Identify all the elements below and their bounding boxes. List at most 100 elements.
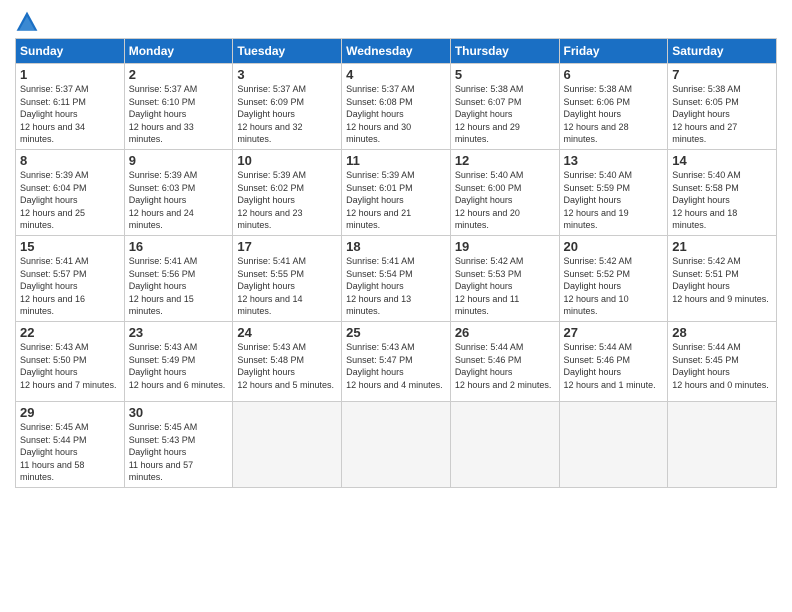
calendar-cell: 20 Sunrise: 5:42 AM Sunset: 5:52 PM Dayl… — [559, 235, 668, 321]
day-info: Sunrise: 5:40 AM Sunset: 5:59 PM Dayligh… — [564, 169, 664, 232]
day-info: Sunrise: 5:45 AM Sunset: 5:44 PM Dayligh… — [20, 421, 120, 484]
day-info: Sunrise: 5:40 AM Sunset: 5:58 PM Dayligh… — [672, 169, 772, 232]
logo — [15, 10, 43, 34]
week-row-4: 22 Sunrise: 5:43 AM Sunset: 5:50 PM Dayl… — [16, 321, 777, 401]
day-number: 28 — [672, 325, 772, 340]
day-info: Sunrise: 5:42 AM Sunset: 5:53 PM Dayligh… — [455, 255, 555, 318]
day-number: 17 — [237, 239, 337, 254]
calendar-cell — [233, 401, 342, 487]
calendar-cell: 24 Sunrise: 5:43 AM Sunset: 5:48 PM Dayl… — [233, 321, 342, 401]
day-info: Sunrise: 5:38 AM Sunset: 6:06 PM Dayligh… — [564, 83, 664, 146]
calendar-body: 1 Sunrise: 5:37 AM Sunset: 6:11 PM Dayli… — [16, 64, 777, 488]
day-number: 2 — [129, 67, 229, 82]
calendar-cell: 21 Sunrise: 5:42 AM Sunset: 5:51 PM Dayl… — [668, 235, 777, 321]
day-number: 5 — [455, 67, 555, 82]
day-number: 20 — [564, 239, 664, 254]
day-number: 18 — [346, 239, 446, 254]
calendar-cell: 13 Sunrise: 5:40 AM Sunset: 5:59 PM Dayl… — [559, 149, 668, 235]
calendar-cell: 2 Sunrise: 5:37 AM Sunset: 6:10 PM Dayli… — [124, 64, 233, 150]
day-info: Sunrise: 5:39 AM Sunset: 6:04 PM Dayligh… — [20, 169, 120, 232]
calendar-cell: 8 Sunrise: 5:39 AM Sunset: 6:04 PM Dayli… — [16, 149, 125, 235]
day-number: 23 — [129, 325, 229, 340]
calendar-cell: 5 Sunrise: 5:38 AM Sunset: 6:07 PM Dayli… — [450, 64, 559, 150]
calendar-cell: 7 Sunrise: 5:38 AM Sunset: 6:05 PM Dayli… — [668, 64, 777, 150]
day-number: 1 — [20, 67, 120, 82]
calendar-header-row: SundayMondayTuesdayWednesdayThursdayFrid… — [16, 39, 777, 64]
day-info: Sunrise: 5:43 AM Sunset: 5:50 PM Dayligh… — [20, 341, 120, 391]
week-row-1: 1 Sunrise: 5:37 AM Sunset: 6:11 PM Dayli… — [16, 64, 777, 150]
week-row-2: 8 Sunrise: 5:39 AM Sunset: 6:04 PM Dayli… — [16, 149, 777, 235]
calendar-cell — [559, 401, 668, 487]
day-number: 24 — [237, 325, 337, 340]
calendar-cell — [668, 401, 777, 487]
day-number: 26 — [455, 325, 555, 340]
calendar-table: SundayMondayTuesdayWednesdayThursdayFrid… — [15, 38, 777, 488]
day-number: 10 — [237, 153, 337, 168]
calendar-cell: 26 Sunrise: 5:44 AM Sunset: 5:46 PM Dayl… — [450, 321, 559, 401]
day-info: Sunrise: 5:44 AM Sunset: 5:46 PM Dayligh… — [455, 341, 555, 391]
day-info: Sunrise: 5:41 AM Sunset: 5:54 PM Dayligh… — [346, 255, 446, 318]
day-info: Sunrise: 5:41 AM Sunset: 5:56 PM Dayligh… — [129, 255, 229, 318]
day-number: 15 — [20, 239, 120, 254]
day-info: Sunrise: 5:41 AM Sunset: 5:55 PM Dayligh… — [237, 255, 337, 318]
calendar-cell — [342, 401, 451, 487]
day-number: 4 — [346, 67, 446, 82]
day-number: 7 — [672, 67, 772, 82]
day-info: Sunrise: 5:38 AM Sunset: 6:05 PM Dayligh… — [672, 83, 772, 146]
day-header-sunday: Sunday — [16, 39, 125, 64]
calendar-cell: 3 Sunrise: 5:37 AM Sunset: 6:09 PM Dayli… — [233, 64, 342, 150]
day-number: 27 — [564, 325, 664, 340]
calendar-cell: 12 Sunrise: 5:40 AM Sunset: 6:00 PM Dayl… — [450, 149, 559, 235]
calendar-cell: 25 Sunrise: 5:43 AM Sunset: 5:47 PM Dayl… — [342, 321, 451, 401]
day-header-saturday: Saturday — [668, 39, 777, 64]
calendar-cell: 22 Sunrise: 5:43 AM Sunset: 5:50 PM Dayl… — [16, 321, 125, 401]
day-info: Sunrise: 5:39 AM Sunset: 6:03 PM Dayligh… — [129, 169, 229, 232]
day-info: Sunrise: 5:43 AM Sunset: 5:48 PM Dayligh… — [237, 341, 337, 391]
day-header-thursday: Thursday — [450, 39, 559, 64]
day-number: 3 — [237, 67, 337, 82]
calendar-cell: 9 Sunrise: 5:39 AM Sunset: 6:03 PM Dayli… — [124, 149, 233, 235]
day-number: 8 — [20, 153, 120, 168]
day-number: 22 — [20, 325, 120, 340]
day-number: 14 — [672, 153, 772, 168]
calendar-cell: 29 Sunrise: 5:45 AM Sunset: 5:44 PM Dayl… — [16, 401, 125, 487]
calendar-cell: 16 Sunrise: 5:41 AM Sunset: 5:56 PM Dayl… — [124, 235, 233, 321]
calendar-cell: 27 Sunrise: 5:44 AM Sunset: 5:46 PM Dayl… — [559, 321, 668, 401]
page-header — [15, 10, 777, 34]
day-number: 9 — [129, 153, 229, 168]
day-info: Sunrise: 5:40 AM Sunset: 6:00 PM Dayligh… — [455, 169, 555, 232]
day-number: 21 — [672, 239, 772, 254]
day-number: 12 — [455, 153, 555, 168]
calendar-cell — [450, 401, 559, 487]
day-info: Sunrise: 5:43 AM Sunset: 5:49 PM Dayligh… — [129, 341, 229, 391]
calendar-cell: 18 Sunrise: 5:41 AM Sunset: 5:54 PM Dayl… — [342, 235, 451, 321]
calendar-cell: 14 Sunrise: 5:40 AM Sunset: 5:58 PM Dayl… — [668, 149, 777, 235]
day-number: 6 — [564, 67, 664, 82]
calendar-cell: 4 Sunrise: 5:37 AM Sunset: 6:08 PM Dayli… — [342, 64, 451, 150]
day-info: Sunrise: 5:39 AM Sunset: 6:02 PM Dayligh… — [237, 169, 337, 232]
calendar-cell: 17 Sunrise: 5:41 AM Sunset: 5:55 PM Dayl… — [233, 235, 342, 321]
calendar-cell: 1 Sunrise: 5:37 AM Sunset: 6:11 PM Dayli… — [16, 64, 125, 150]
day-info: Sunrise: 5:42 AM Sunset: 5:51 PM Dayligh… — [672, 255, 772, 305]
week-row-5: 29 Sunrise: 5:45 AM Sunset: 5:44 PM Dayl… — [16, 401, 777, 487]
day-header-tuesday: Tuesday — [233, 39, 342, 64]
day-info: Sunrise: 5:37 AM Sunset: 6:10 PM Dayligh… — [129, 83, 229, 146]
day-header-monday: Monday — [124, 39, 233, 64]
calendar-cell: 28 Sunrise: 5:44 AM Sunset: 5:45 PM Dayl… — [668, 321, 777, 401]
day-info: Sunrise: 5:37 AM Sunset: 6:09 PM Dayligh… — [237, 83, 337, 146]
day-info: Sunrise: 5:37 AM Sunset: 6:11 PM Dayligh… — [20, 83, 120, 146]
calendar-cell: 23 Sunrise: 5:43 AM Sunset: 5:49 PM Dayl… — [124, 321, 233, 401]
calendar-cell: 30 Sunrise: 5:45 AM Sunset: 5:43 PM Dayl… — [124, 401, 233, 487]
day-number: 19 — [455, 239, 555, 254]
day-number: 13 — [564, 153, 664, 168]
day-number: 11 — [346, 153, 446, 168]
day-number: 29 — [20, 405, 120, 420]
day-info: Sunrise: 5:37 AM Sunset: 6:08 PM Dayligh… — [346, 83, 446, 146]
day-info: Sunrise: 5:42 AM Sunset: 5:52 PM Dayligh… — [564, 255, 664, 318]
week-row-3: 15 Sunrise: 5:41 AM Sunset: 5:57 PM Dayl… — [16, 235, 777, 321]
day-info: Sunrise: 5:43 AM Sunset: 5:47 PM Dayligh… — [346, 341, 446, 391]
calendar-cell: 19 Sunrise: 5:42 AM Sunset: 5:53 PM Dayl… — [450, 235, 559, 321]
calendar-cell: 10 Sunrise: 5:39 AM Sunset: 6:02 PM Dayl… — [233, 149, 342, 235]
day-header-wednesday: Wednesday — [342, 39, 451, 64]
day-info: Sunrise: 5:45 AM Sunset: 5:43 PM Dayligh… — [129, 421, 229, 484]
